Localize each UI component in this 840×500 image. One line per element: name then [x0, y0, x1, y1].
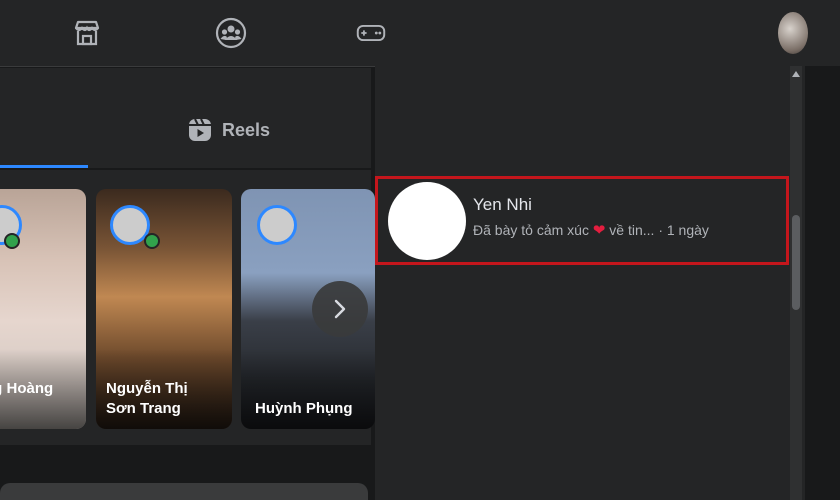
notification-time: · 1 ngày	[658, 222, 709, 238]
post-composer[interactable]	[0, 483, 368, 500]
active-tab-indicator	[0, 165, 88, 168]
tab-reels-label: Reels	[222, 119, 271, 140]
notification-text-before: Đã bày tỏ cảm xúc	[473, 222, 589, 238]
notification-text-after: về tin...	[609, 222, 655, 238]
notifications-panel	[375, 66, 840, 500]
stories-tabs-card	[0, 68, 371, 168]
marketplace-icon[interactable]	[70, 16, 104, 50]
groups-icon[interactable]	[214, 16, 248, 50]
gaming-icon[interactable]	[356, 16, 386, 50]
scroll-up-arrow-icon[interactable]	[791, 69, 801, 79]
heart-icon: ❤	[592, 222, 606, 239]
top-navigation-bar	[0, 0, 840, 66]
stories-next-button[interactable]	[312, 281, 368, 337]
avatar	[388, 182, 466, 260]
story-card[interactable]: ng Hoàng h	[0, 189, 86, 429]
story-avatar	[257, 205, 297, 245]
reels-icon	[189, 118, 211, 141]
panel-scrollbar-thumb[interactable]	[792, 215, 800, 310]
online-status-dot	[4, 233, 20, 249]
tab-reels[interactable]: Reels	[188, 118, 270, 142]
notification-item[interactable]: Yen Nhi Đã bày tỏ cảm xúc ❤ về tin... · …	[375, 176, 789, 265]
story-author-name: Nguyễn Thị Sơn Trang	[106, 380, 188, 417]
story-author-name: Huỳnh Phụng	[255, 400, 353, 417]
story-author-name: ng Hoàng h	[0, 380, 54, 397]
story-card[interactable]: Nguyễn Thị Sơn Trang	[96, 189, 232, 429]
profile-avatar[interactable]	[778, 12, 808, 54]
notification-sender-name: Yen Nhi	[473, 195, 532, 214]
chevron-right-icon	[334, 299, 346, 319]
page-right-edge	[805, 66, 840, 500]
online-status-dot	[144, 233, 160, 249]
notification-text: Đã bày tỏ cảm xúc ❤ về tin... · 1 ngày	[473, 221, 709, 239]
